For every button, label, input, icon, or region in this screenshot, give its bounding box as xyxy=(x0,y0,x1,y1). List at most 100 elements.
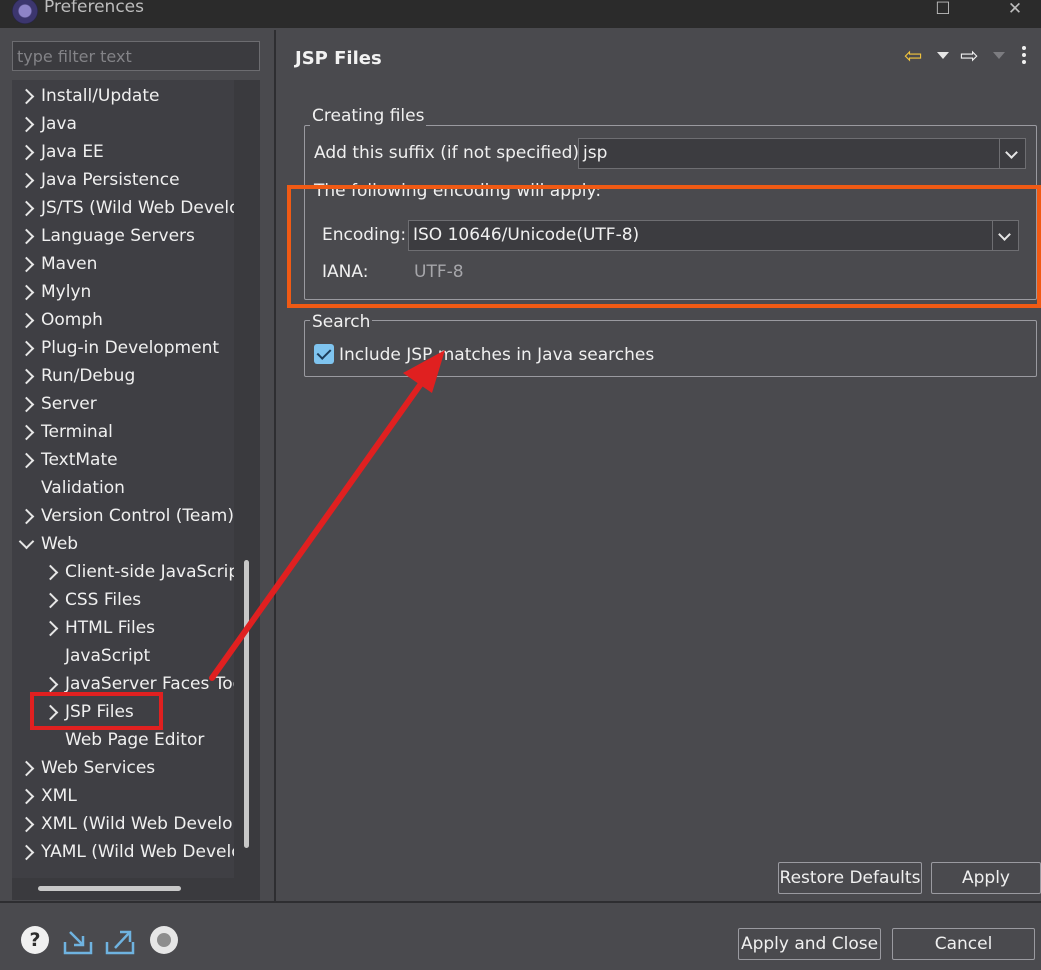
tree-item-label: XML (Wild Web Develop xyxy=(41,814,234,834)
chevron-right-icon[interactable] xyxy=(18,256,35,273)
chevron-right-icon[interactable] xyxy=(18,116,35,133)
tree-item-label: Terminal xyxy=(41,422,113,442)
tree-horizontal-scroll-thumb[interactable] xyxy=(38,886,181,891)
tree-item-label: Mylyn xyxy=(41,282,92,302)
tree-item[interactable]: JS/TS (Wild Web Develo xyxy=(12,194,234,222)
tree-item[interactable]: Oomph xyxy=(12,306,234,334)
help-icon[interactable]: ? xyxy=(21,926,49,954)
tree-item[interactable]: Web xyxy=(12,530,234,558)
tree-item[interactable]: Install/Update xyxy=(12,82,234,110)
pane-sash[interactable] xyxy=(274,30,276,902)
tree-item[interactable]: TextMate xyxy=(12,446,234,474)
close-icon[interactable]: ✕ xyxy=(994,0,1036,22)
back-menu-dropdown-icon[interactable] xyxy=(937,52,949,59)
tree-item-label: Language Servers xyxy=(41,226,195,246)
chevron-down-icon[interactable] xyxy=(18,533,35,550)
tree-item[interactable]: Validation xyxy=(12,474,234,502)
tree-item[interactable]: CSS Files xyxy=(12,586,234,614)
include-jsp-matches-label[interactable]: Include JSP matches in Java searches xyxy=(339,345,654,365)
tree-item-label: Web Page Editor xyxy=(65,730,205,750)
chevron-right-icon[interactable] xyxy=(18,760,35,777)
filter-input[interactable] xyxy=(12,41,260,71)
tree-item-label: Java xyxy=(41,114,77,134)
chevron-down-icon[interactable] xyxy=(999,139,1025,168)
tree-item-label: Server xyxy=(41,394,97,414)
tree-item[interactable]: Terminal xyxy=(12,418,234,446)
button-bar-separator xyxy=(0,901,1041,903)
tree-item[interactable]: Language Servers xyxy=(12,222,234,250)
tree-item[interactable]: Java Persistence xyxy=(12,166,234,194)
chevron-right-icon[interactable] xyxy=(18,144,35,161)
tree-item-label: Version Control (Team) xyxy=(41,506,234,526)
window-title: Preferences xyxy=(44,0,144,17)
tree-item-label: Maven xyxy=(41,254,98,274)
chevron-right-icon[interactable] xyxy=(42,564,59,581)
tree-item[interactable]: Plug-in Development xyxy=(12,334,234,362)
chevron-right-icon[interactable] xyxy=(18,788,35,805)
forward-menu-dropdown-icon[interactable] xyxy=(993,52,1005,59)
encoding-highlight-box xyxy=(287,185,1041,308)
apply-button[interactable]: Apply xyxy=(931,862,1041,894)
page-title: JSP Files xyxy=(295,48,382,69)
tree-item[interactable]: Web Page Editor xyxy=(12,726,234,754)
restore-defaults-button[interactable]: Restore Defaults xyxy=(778,862,922,894)
chevron-right-icon[interactable] xyxy=(18,844,35,861)
tree-item[interactable]: Java xyxy=(12,110,234,138)
chevron-right-icon[interactable] xyxy=(18,88,35,105)
tree-item-label: Validation xyxy=(41,478,125,498)
maximize-icon[interactable]: ☐ xyxy=(922,0,964,22)
tree-item[interactable]: Maven xyxy=(12,250,234,278)
chevron-right-icon[interactable] xyxy=(18,312,35,329)
tree-item[interactable]: Web Services xyxy=(12,754,234,782)
suffix-dropdown[interactable]: jsp xyxy=(578,138,1026,169)
tree-item[interactable]: JavaScript xyxy=(12,642,234,670)
chevron-right-icon[interactable] xyxy=(18,228,35,245)
tree-item-label: Java EE xyxy=(41,142,104,162)
tree-item[interactable]: Client-side JavaScript xyxy=(12,558,234,586)
tree-item[interactable]: Version Control (Team) xyxy=(12,502,234,530)
chevron-right-icon[interactable] xyxy=(42,620,59,637)
tree-vertical-scroll-thumb[interactable] xyxy=(244,560,249,848)
tree-item-label: CSS Files xyxy=(65,590,142,610)
import-icon[interactable] xyxy=(62,928,94,956)
tree-item[interactable]: YAML (Wild Web Develo xyxy=(12,838,234,866)
chevron-right-icon[interactable] xyxy=(18,452,35,469)
chevron-right-icon[interactable] xyxy=(18,816,35,833)
chevron-right-icon[interactable] xyxy=(18,172,35,189)
chevron-right-icon[interactable] xyxy=(42,592,59,609)
chevron-right-icon[interactable] xyxy=(18,284,35,301)
creating-files-group-label: Creating files xyxy=(310,106,427,126)
tree-item[interactable]: Server xyxy=(12,390,234,418)
chevron-right-icon[interactable] xyxy=(42,676,59,693)
tree-item[interactable]: Java EE xyxy=(12,138,234,166)
chevron-right-icon[interactable] xyxy=(18,368,35,385)
tree-item[interactable]: HTML Files xyxy=(12,614,234,642)
tree-item[interactable]: XML (Wild Web Develop xyxy=(12,810,234,838)
tree-item[interactable]: Run/Debug xyxy=(12,362,234,390)
view-menu-icon[interactable] xyxy=(1022,46,1026,67)
minimize-icon[interactable] xyxy=(848,0,890,22)
tree-item-label: JavaScript xyxy=(65,646,151,666)
forward-arrow-icon[interactable]: ⇨ xyxy=(960,44,978,69)
tree-item[interactable]: Mylyn xyxy=(12,278,234,306)
apply-and-close-button[interactable]: Apply and Close xyxy=(738,928,881,960)
tree-item-label: Client-side JavaScript xyxy=(65,562,234,582)
export-icon[interactable] xyxy=(104,928,136,956)
suffix-value: jsp xyxy=(583,143,608,163)
tree-item-label: HTML Files xyxy=(65,618,156,638)
oomph-icon[interactable] xyxy=(150,926,178,954)
cancel-button[interactable]: Cancel xyxy=(892,928,1035,960)
tree-item-label: Install/Update xyxy=(41,86,160,106)
chevron-right-icon[interactable] xyxy=(18,340,35,357)
tree-item-label: TextMate xyxy=(41,450,118,470)
chevron-right-icon[interactable] xyxy=(18,424,35,441)
chevron-right-icon[interactable] xyxy=(18,396,35,413)
tree-item-label: Web Services xyxy=(41,758,156,778)
chevron-right-icon[interactable] xyxy=(18,200,35,217)
chevron-right-icon[interactable] xyxy=(18,508,35,525)
back-arrow-icon[interactable]: ⇦ xyxy=(904,44,922,69)
tree-item-label: Web xyxy=(41,534,79,554)
tree-item[interactable]: XML xyxy=(12,782,234,810)
preference-tree[interactable]: Install/Update Java Java EE Java Persistenc… xyxy=(12,80,234,880)
include-jsp-matches-checkbox[interactable] xyxy=(314,344,334,364)
